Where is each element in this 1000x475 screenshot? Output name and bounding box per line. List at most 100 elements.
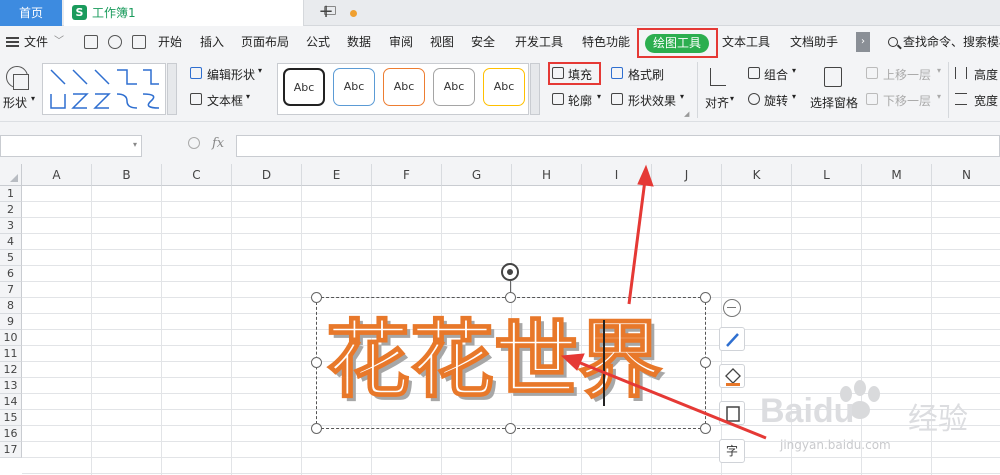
column-header[interactable]: B [92,164,162,186]
column-header[interactable]: J [652,164,722,186]
row-header[interactable]: 14 [0,394,22,410]
menu-scroll-right-button[interactable]: › [856,32,870,52]
selection-pane-button[interactable]: 选择窗格 [810,94,858,111]
column-header[interactable]: A [22,164,92,186]
name-box[interactable]: ▾ [0,135,142,157]
bring-forward-button[interactable]: 上移一层 [883,66,931,83]
row-header[interactable]: 1 [0,186,22,202]
column-header[interactable]: M [862,164,932,186]
resize-handle-bottom[interactable] [505,423,516,434]
row-header[interactable]: 7 [0,282,22,298]
column-header[interactable]: E [302,164,372,186]
outline-button[interactable]: 轮廓 [568,92,592,109]
chevron-down-icon[interactable]: ▾ [246,92,250,101]
line-gallery-scroll[interactable] [167,63,177,115]
column-header[interactable]: L [792,164,862,186]
column-header[interactable]: C [162,164,232,186]
dialog-launcher-icon[interactable]: ◢ [684,110,689,118]
resize-handle-top-right[interactable] [700,292,711,303]
rotate-button[interactable]: 旋转 [764,92,788,109]
row-header[interactable]: 10 [0,330,22,346]
chevron-down-icon[interactable]: ▾ [937,92,941,101]
pen-style-button[interactable] [719,327,745,351]
chevron-down-icon[interactable]: ▾ [597,92,601,101]
print-icon[interactable] [132,35,146,49]
float-outline-button[interactable] [719,401,745,425]
row-header[interactable]: 11 [0,346,22,362]
menu-start[interactable]: 开始 [158,26,182,58]
search-command[interactable]: 查找命令、搜索模板 [903,26,1000,58]
style-preset-3[interactable]: Abc [383,68,425,106]
text-box-button[interactable]: 文本框 [207,92,243,109]
resize-handle-right[interactable] [700,357,711,368]
row-header[interactable]: 13 [0,378,22,394]
resize-handle-bottom-left[interactable] [311,423,322,434]
undo-icon[interactable] [108,35,122,49]
column-header[interactable]: H [512,164,582,186]
shape-icon[interactable] [6,66,29,90]
row-header[interactable]: 9 [0,314,22,330]
chevron-down-icon[interactable]: ▾ [730,94,734,103]
resize-handle-left[interactable] [311,357,322,368]
chevron-down-icon[interactable]: ▾ [680,92,684,101]
resize-handle-top-left[interactable] [311,292,322,303]
row-header[interactable]: 6 [0,266,22,282]
menu-formula[interactable]: 公式 [306,26,330,58]
column-header[interactable]: I [582,164,652,186]
new-tab-button[interactable]: + [316,0,336,26]
row-header[interactable]: 8 [0,298,22,314]
row-header[interactable]: 17 [0,442,22,458]
collapse-toolbar-button[interactable] [723,299,741,317]
shape-button[interactable]: 形状 [3,94,27,111]
chevron-down-icon[interactable]: ▾ [133,140,137,149]
menu-view[interactable]: 视图 [430,26,454,58]
resize-handle-top[interactable] [505,292,516,303]
align-button[interactable]: 对齐 [705,94,729,111]
menu-draw-tools[interactable]: 绘图工具 [645,34,709,53]
chevron-down-icon[interactable]: ▾ [31,94,35,103]
style-preset-5[interactable]: Abc [483,68,525,106]
menu-insert[interactable]: 插入 [200,26,224,58]
search-icon[interactable] [888,37,898,47]
select-all-corner[interactable] [0,164,22,186]
menu-review[interactable]: 审阅 [389,26,413,58]
fx-icon[interactable]: fx [212,136,224,151]
column-header[interactable]: G [442,164,512,186]
edit-shape-button[interactable]: 编辑形状 [207,66,255,83]
rotate-handle-icon[interactable] [501,263,519,281]
chevron-down-icon[interactable]: ▾ [792,66,796,75]
float-text-button[interactable]: 字 [719,439,745,463]
row-header[interactable]: 2 [0,202,22,218]
tab-home[interactable]: 首页 [0,0,62,26]
chevron-down-icon[interactable]: ▾ [937,66,941,75]
menu-special[interactable]: 特色功能 [582,26,630,58]
row-header[interactable]: 15 [0,410,22,426]
tab-document[interactable]: S 工作簿1 [64,0,357,26]
chevron-down-icon[interactable]: ﹀ [54,26,64,58]
column-header[interactable]: N [932,164,1000,186]
row-header[interactable]: 12 [0,362,22,378]
row-header[interactable]: 4 [0,234,22,250]
shape-effects-button[interactable]: 形状效果 [628,92,676,109]
menu-data[interactable]: 数据 [347,26,371,58]
style-preset-1[interactable]: Abc [283,68,325,106]
row-header[interactable]: 5 [0,250,22,266]
shape-style-gallery[interactable]: Abc Abc Abc Abc Abc [277,63,529,115]
row-header[interactable]: 3 [0,218,22,234]
menu-doc-assistant[interactable]: 文档助手 [790,26,838,58]
menu-developer[interactable]: 开发工具 [515,26,563,58]
float-fill-button[interactable] [719,364,745,388]
style-preset-4[interactable]: Abc [433,68,475,106]
column-header[interactable]: D [232,164,302,186]
column-header[interactable]: F [372,164,442,186]
menu-file[interactable]: 文件 [24,26,48,58]
group-button[interactable]: 组合 [764,66,788,83]
menu-text-tools[interactable]: 文本工具 [722,26,770,58]
style-gallery-scroll[interactable] [530,63,540,115]
zoom-icon[interactable] [188,137,200,149]
word-art-text[interactable]: 花花世界 [325,300,706,420]
chevron-down-icon[interactable]: ▾ [258,66,262,75]
formula-input[interactable] [236,135,1000,157]
style-preset-2[interactable]: Abc [333,68,375,106]
menu-security[interactable]: 安全 [471,26,495,58]
